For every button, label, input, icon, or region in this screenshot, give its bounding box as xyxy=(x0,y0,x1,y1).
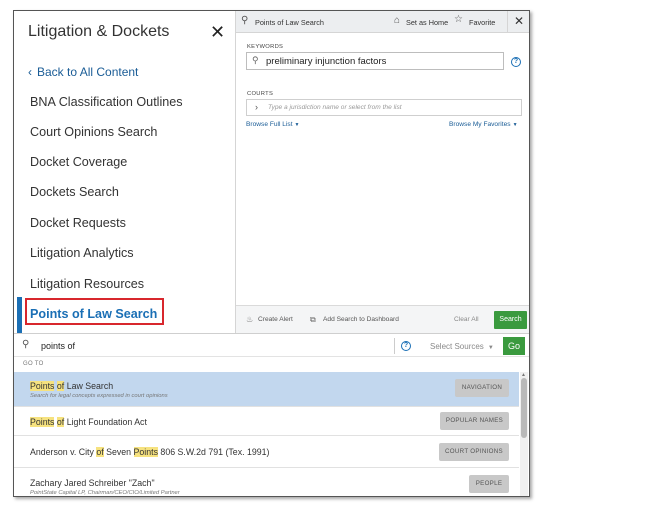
match-highlight: of xyxy=(96,447,104,457)
star-icon[interactable]: ☆ xyxy=(454,14,463,25)
home-icon[interactable]: ⌂ xyxy=(394,15,400,26)
keywords-value: preliminary injunction factors xyxy=(266,56,387,67)
search-button[interactable]: Search xyxy=(494,311,527,329)
divider xyxy=(394,338,395,354)
title-text: Light Foundation Act xyxy=(64,417,147,427)
result-title: Points of Light Foundation Act xyxy=(30,417,147,427)
search-icon: ⚲ xyxy=(241,15,249,26)
result-category-badge: COURT OPINIONS xyxy=(439,443,509,461)
close-icon[interactable]: ✕ xyxy=(210,22,225,43)
favorite-button[interactable]: Favorite xyxy=(469,18,495,27)
scroll-thumb[interactable] xyxy=(521,378,527,438)
title-text: Law Search xyxy=(64,381,114,391)
courts-input[interactable]: › Type a jurisdiction name or select fro… xyxy=(246,99,522,116)
nav-title: Litigation & Dockets xyxy=(28,23,170,40)
panel-footer: ♨ Create Alert ⧉ Add Search to Dashboard… xyxy=(236,305,529,333)
keywords-label: KEYWORDS xyxy=(247,44,284,50)
header-divider xyxy=(507,11,508,33)
nav-item-dockets-search[interactable]: Dockets Search xyxy=(30,185,119,199)
nav-item-bna-classification-outlines[interactable]: BNA Classification Outlines xyxy=(30,95,183,109)
courts-placeholder: Type a jurisdiction name or select from … xyxy=(268,104,402,111)
clear-all-button[interactable]: Clear All xyxy=(454,316,479,323)
scrollbar[interactable]: ▲ xyxy=(520,372,528,496)
result-title: Points of Law Search xyxy=(30,381,113,391)
nav-item-docket-requests[interactable]: Docket Requests xyxy=(30,216,126,230)
add-to-dashboard-button[interactable]: Add Search to Dashboard xyxy=(323,316,399,323)
result-subtitle: Search for legal concepts expressed in c… xyxy=(30,393,168,399)
result-title: Anderson v. City of Seven Points 806 S.W… xyxy=(30,447,269,457)
nav-item-litigation-analytics[interactable]: Litigation Analytics xyxy=(30,246,134,260)
caret-down-icon: ▼ xyxy=(294,122,300,128)
title-text: Anderson v. City xyxy=(30,447,97,457)
go-to-label: GO TO xyxy=(23,361,44,367)
title-text: 806 S.W.2d 791 (Tex. 1991) xyxy=(157,447,270,457)
panel-title: Points of Law Search xyxy=(255,18,324,27)
active-indicator xyxy=(17,297,22,333)
match-highlight: Points xyxy=(133,447,158,457)
highlight-box xyxy=(25,298,164,325)
chevron-left-icon: ‹ xyxy=(28,65,32,79)
go-button[interactable]: Go xyxy=(503,337,525,355)
result-category-badge: NAVIGATION xyxy=(455,379,509,397)
result-row[interactable]: Points of Light Foundation Act POPULAR NA… xyxy=(14,407,519,436)
help-icon[interactable]: ? xyxy=(511,57,521,67)
browse-favorites-label: Browse My Favorites xyxy=(449,121,511,128)
courts-label: COURTS xyxy=(247,91,274,97)
create-alert-button[interactable]: Create Alert xyxy=(258,316,293,323)
result-row[interactable]: Anderson v. City of Seven Points 806 S.W… xyxy=(14,436,519,468)
result-category-badge: POPULAR NAMES xyxy=(440,412,509,430)
chevron-right-icon: › xyxy=(255,102,258,112)
nav-item-docket-coverage[interactable]: Docket Coverage xyxy=(30,155,127,169)
browse-full-list-link[interactable]: Browse Full List ▼ xyxy=(246,121,300,128)
dashboard-icon: ⧉ xyxy=(310,315,316,324)
result-title: Zachary Jared Schreiber "Zach" xyxy=(30,478,155,488)
browse-full-label: Browse Full List xyxy=(246,121,293,128)
browse-my-favorites-link[interactable]: Browse My Favorites ▼ xyxy=(449,121,518,128)
app-frame: Litigation & Dockets ✕ ‹ Back to All Cont… xyxy=(13,10,530,497)
panel-close-icon[interactable]: ✕ xyxy=(514,14,524,28)
nav-item-court-opinions-search[interactable]: Court Opinions Search xyxy=(30,125,157,139)
match-highlight: Points xyxy=(30,381,55,391)
caret-down-icon: ▼ xyxy=(487,345,494,351)
results-list: Points of Law Search Search for legal con… xyxy=(14,372,529,496)
help-icon[interactable]: ? xyxy=(401,341,411,351)
search-icon: ⚲ xyxy=(22,339,30,350)
back-to-all-content-link[interactable]: ‹ Back to All Content xyxy=(28,65,138,79)
keywords-input[interactable]: ⚲ preliminary injunction factors xyxy=(246,52,504,70)
set-as-home-button[interactable]: Set as Home xyxy=(406,18,448,27)
title-text: Zachary Jared Schreiber "Zach" xyxy=(30,478,155,488)
caret-down-icon: ▼ xyxy=(512,122,518,128)
select-sources-dropdown[interactable]: Select Sources ▼ xyxy=(430,342,494,351)
search-icon: ⚲ xyxy=(252,55,259,65)
panel-header: ⚲ Points of Law Search ⌂ Set as Home ☆ F… xyxy=(236,11,529,33)
nav-item-litigation-resources[interactable]: Litigation Resources xyxy=(30,277,144,291)
bell-icon: ♨ xyxy=(246,315,254,324)
result-row[interactable]: Points of Law Search Search for legal con… xyxy=(14,372,519,407)
back-label: Back to All Content xyxy=(37,65,139,79)
global-search-input[interactable]: points of xyxy=(41,341,75,351)
title-text: Seven xyxy=(103,447,134,457)
result-subtitle: PointState Capital LP, Chairman/CEO/CIO/… xyxy=(30,490,180,496)
global-search-bar: ⚲ points of ? Select Sources ▼ Go xyxy=(14,333,529,357)
result-category-badge: PEOPLE xyxy=(469,475,509,493)
match-highlight: Points xyxy=(30,417,55,427)
sources-label: Select Sources xyxy=(430,342,484,351)
result-row[interactable]: Zachary Jared Schreiber "Zach" PointState… xyxy=(14,468,519,496)
points-of-law-panel: ⚲ Points of Law Search ⌂ Set as Home ☆ F… xyxy=(236,11,529,333)
left-nav-panel: Litigation & Dockets ✕ ‹ Back to All Cont… xyxy=(14,11,236,333)
